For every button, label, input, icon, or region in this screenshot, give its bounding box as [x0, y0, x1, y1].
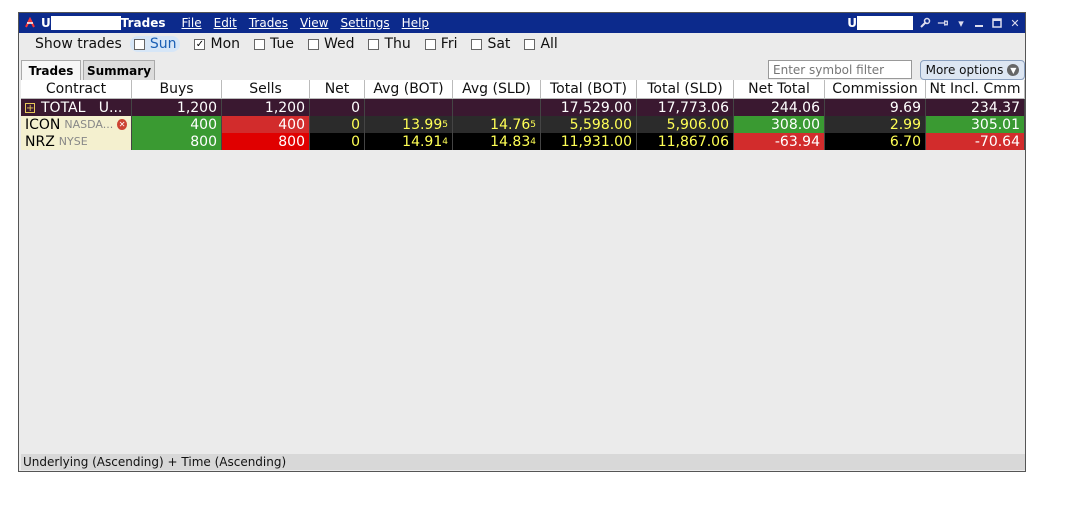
day-checkbox-tue[interactable]: Tue	[254, 36, 294, 52]
icon-net: 0	[310, 116, 365, 133]
nrz-net-incl: -70.64	[926, 133, 1025, 150]
nrz-total-bot: 11,931.00	[541, 133, 637, 150]
chevron-down-icon: ▼	[1007, 64, 1020, 76]
checkbox-sat[interactable]	[471, 38, 483, 50]
checkbox-sun[interactable]	[133, 38, 145, 50]
checkbox-all[interactable]	[524, 38, 536, 50]
column-header-buys[interactable]: Buys	[132, 80, 222, 99]
day-checkbox-sun[interactable]: Sun	[129, 36, 181, 52]
nrz-net: 0	[310, 133, 365, 150]
window-title: Trades	[120, 16, 166, 30]
total-net: 0	[310, 99, 365, 116]
total-avg-sld	[453, 99, 541, 116]
tabs-row: Trades Summary More options ▼	[19, 58, 1025, 80]
show-trades-label: Show trades	[35, 36, 122, 52]
account-redaction	[50, 16, 121, 31]
column-header-total-bot[interactable]: Total (BOT)	[541, 80, 637, 99]
day-checkbox-mon[interactable]: ✓ Mon	[194, 36, 240, 52]
total-total-bot: 17,529.00	[541, 99, 637, 116]
total-avg-bot	[365, 99, 453, 116]
menu-bar: File Edit Trades View Settings Help	[176, 16, 436, 30]
total-commission: 9.69	[825, 99, 926, 116]
day-filter-bar: Show trades Sun ✓ Mon Tue Wed Thu Fri Sat…	[19, 34, 1025, 54]
total-contract-cell[interactable]: + TOTAL U...	[21, 99, 132, 116]
total-net-incl: 234.37	[926, 99, 1025, 116]
menu-settings[interactable]: Settings	[340, 16, 389, 30]
column-header-net-incl-cmm[interactable]: Nt Incl. Cmm	[926, 80, 1025, 99]
table-row-icon[interactable]: ICON NASDA... ✕ 400 400 0 13.99 5 14.76 5 5…	[21, 116, 1025, 133]
expand-icon[interactable]: +	[25, 102, 35, 113]
nrz-contract-cell[interactable]: NRZ NYSE	[21, 133, 132, 150]
tab-summary[interactable]: Summary	[83, 60, 155, 80]
close-position-icon[interactable]: ✕	[117, 119, 127, 130]
tab-trades[interactable]: Trades	[21, 60, 81, 80]
menu-edit[interactable]: Edit	[214, 16, 237, 30]
column-header-avg-sld[interactable]: Avg (SLD)	[453, 80, 541, 99]
close-icon[interactable]: ✕	[1009, 17, 1021, 30]
app-logo-icon	[22, 15, 38, 31]
column-header-total-sld[interactable]: Total (SLD)	[637, 80, 734, 99]
column-header-contract[interactable]: Contract	[21, 80, 132, 99]
wrench-icon[interactable]	[919, 17, 931, 29]
icon-commission: 2.99	[825, 116, 926, 133]
checkbox-thu[interactable]	[368, 38, 380, 50]
nrz-total-sld: 11,867.06	[637, 133, 734, 150]
trades-table: Contract Buys Sells Net Avg (BOT) Avg (S…	[21, 80, 1025, 150]
total-net-total: 244.06	[734, 99, 825, 116]
menu-help[interactable]: Help	[402, 16, 429, 30]
menu-trades[interactable]: Trades	[249, 16, 288, 30]
checkbox-fri[interactable]	[424, 38, 436, 50]
nrz-avg-sld: 14.83 4	[453, 133, 541, 150]
trades-window: U Trades File Edit Trades View Settings …	[18, 12, 1026, 472]
account-id: U	[41, 16, 121, 31]
icon-net-incl: 305.01	[926, 116, 1025, 133]
total-total-sld: 17,773.06	[637, 99, 734, 116]
icon-buys: 400	[132, 116, 222, 133]
maximize-icon[interactable]	[991, 17, 1003, 29]
column-header-sells[interactable]: Sells	[222, 80, 310, 99]
menu-view[interactable]: View	[300, 16, 328, 30]
symbol-filter-input[interactable]	[768, 60, 912, 79]
column-header-commission[interactable]: Commission	[825, 80, 926, 99]
checkbox-wed[interactable]	[307, 38, 319, 50]
icon-total-sld: 5,906.00	[637, 116, 734, 133]
table-row-total[interactable]: + TOTAL U... 1,200 1,200 0 17,529.00 17,…	[21, 99, 1025, 116]
dropdown-arrow-icon[interactable]: ▾	[955, 17, 967, 30]
icon-total-bot: 5,598.00	[541, 116, 637, 133]
icon-avg-sld: 14.76 5	[453, 116, 541, 133]
nrz-avg-bot: 14.91 4	[365, 133, 453, 150]
total-buys: 1,200	[132, 99, 222, 116]
column-header-avg-bot[interactable]: Avg (BOT)	[365, 80, 453, 99]
day-checkbox-all[interactable]: All	[524, 36, 558, 52]
table-row-nrz[interactable]: NRZ NYSE 800 800 0 14.91 4 14.83 4 11,931.0…	[21, 133, 1025, 150]
icon-net-total: 308.00	[734, 116, 825, 133]
menu-file[interactable]: File	[182, 16, 202, 30]
total-sells: 1,200	[222, 99, 310, 116]
icon-sells: 400	[222, 116, 310, 133]
minimize-icon[interactable]	[973, 17, 985, 29]
more-options-button[interactable]: More options ▼	[920, 60, 1025, 80]
nrz-buys: 800	[132, 133, 222, 150]
checkbox-tue[interactable]	[254, 38, 266, 50]
icon-avg-bot: 13.99 5	[365, 116, 453, 133]
day-checkbox-wed[interactable]: Wed	[307, 36, 354, 52]
account-selector-redaction	[857, 16, 913, 31]
day-checkbox-fri[interactable]: Fri	[424, 36, 457, 52]
day-checkbox-thu[interactable]: Thu	[368, 36, 411, 52]
nrz-net-total: -63.94	[734, 133, 825, 150]
account-selector[interactable]: U	[847, 16, 913, 31]
column-header-net[interactable]: Net	[310, 80, 365, 99]
table-header: Contract Buys Sells Net Avg (BOT) Avg (S…	[21, 80, 1025, 99]
icon-contract-cell[interactable]: ICON NASDA... ✕	[21, 116, 132, 133]
column-header-net-total[interactable]: Net Total	[734, 80, 825, 99]
nrz-sells: 800	[222, 133, 310, 150]
title-bar[interactable]: U Trades File Edit Trades View Settings …	[19, 13, 1025, 33]
title-bar-controls: U ▾ ✕	[844, 13, 1021, 33]
nrz-commission: 6.70	[825, 133, 926, 150]
pin-icon[interactable]	[937, 17, 949, 29]
checkbox-mon[interactable]: ✓	[194, 38, 206, 50]
sort-status-bar: Underlying (Ascending) + Time (Ascending…	[21, 454, 1025, 470]
day-checkbox-sat[interactable]: Sat	[471, 36, 510, 52]
